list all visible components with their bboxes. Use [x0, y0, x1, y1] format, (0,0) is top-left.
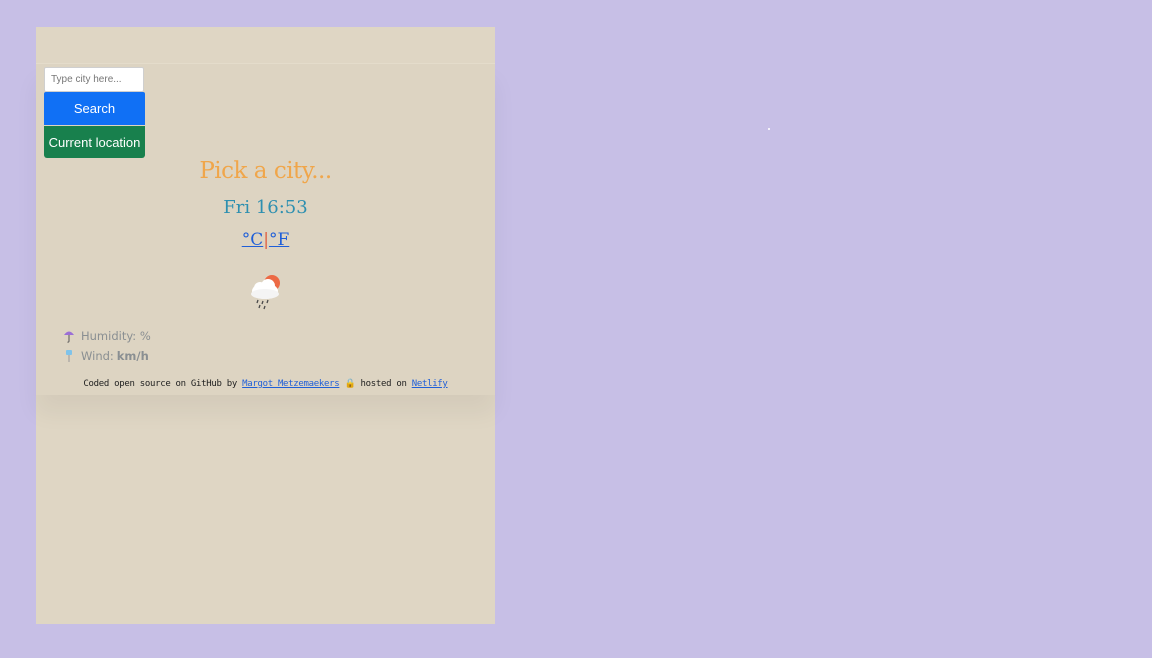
fahrenheit-link[interactable]: °F	[269, 230, 289, 250]
wind-icon	[66, 350, 72, 362]
current-location-button[interactable]: Current location	[44, 126, 145, 158]
lock-icon: 🔒	[344, 379, 356, 389]
humidity-label: Humidity:	[81, 329, 137, 343]
netlify-link[interactable]: Netlify	[412, 379, 448, 389]
footer-prefix: Coded open source on GitHub	[83, 379, 222, 389]
footer-by: by	[221, 379, 243, 389]
humidity-unit: %	[139, 329, 151, 343]
background-dot	[768, 128, 770, 130]
celsius-link[interactable]: °C	[242, 230, 264, 250]
rain-cloud-sun-icon	[251, 275, 280, 310]
author-link[interactable]: Margot Metzemaekers	[242, 379, 340, 389]
city-title: Pick a city...	[199, 158, 332, 184]
weather-app: Search Current location Pick a city... F…	[36, 27, 495, 624]
wind-label: Wind:	[81, 349, 114, 363]
humidity-row: Humidity: %	[63, 328, 151, 344]
city-search-input[interactable]	[44, 67, 144, 92]
footer-hosted: hosted on	[355, 379, 412, 389]
footer: Coded open source on GitHub by Margot Me…	[36, 379, 495, 389]
search-button[interactable]: Search	[44, 92, 145, 125]
umbrella-icon	[64, 331, 74, 343]
wind-unit: km/h	[116, 349, 149, 363]
unit-toggle: °C|°F	[36, 230, 495, 250]
date-time: Fri 16:53	[223, 197, 308, 218]
wind-row: Wind: km/h	[63, 348, 149, 364]
